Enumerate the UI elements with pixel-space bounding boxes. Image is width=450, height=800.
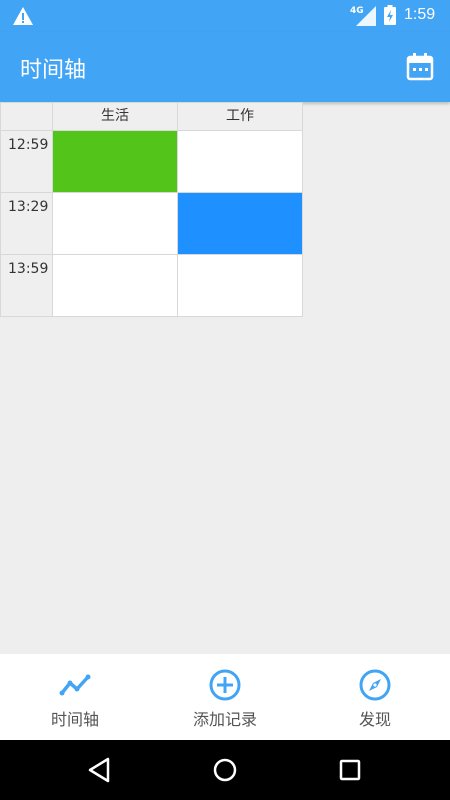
signal-icon (356, 6, 376, 26)
tab-timeline[interactable]: 时间轴 (0, 654, 150, 740)
calendar-icon[interactable] (404, 52, 436, 82)
timeline-chart-icon (59, 674, 91, 696)
bottom-nav: 时间轴 添加记录 发现 (0, 654, 450, 740)
warning-icon (13, 7, 33, 25)
home-icon[interactable] (211, 756, 239, 784)
timeline-slot[interactable] (177, 130, 303, 193)
recents-icon[interactable] (336, 756, 364, 784)
timeline-slot[interactable] (52, 130, 178, 193)
tab-discover[interactable]: 发现 (300, 654, 450, 740)
time-label: 13:59 (0, 254, 53, 317)
status-time: 1:59 (404, 6, 436, 23)
timeline-slot[interactable] (177, 254, 303, 317)
status-bar: 4G 1:59 (0, 0, 450, 32)
app-bar: 时间轴 (0, 32, 450, 102)
page-title: 时间轴 (20, 58, 87, 83)
column-header-work: 工作 (177, 102, 303, 131)
timeline-slot[interactable] (177, 192, 303, 255)
tab-label: 发现 (358, 710, 391, 729)
tab-label: 时间轴 (50, 710, 99, 729)
add-circle-icon (209, 669, 241, 701)
back-icon[interactable] (86, 756, 114, 784)
tab-label: 添加记录 (192, 710, 257, 729)
corner-cell (0, 102, 53, 131)
compass-icon (359, 669, 391, 701)
time-label: 13:29 (0, 192, 53, 255)
column-header-life: 生活 (52, 102, 178, 131)
tab-add-record[interactable]: 添加记录 (150, 654, 300, 740)
time-label: 12:59 (0, 130, 53, 193)
system-nav-bar (0, 740, 450, 800)
battery-charging-icon (384, 5, 396, 25)
timeline-slot[interactable] (52, 192, 178, 255)
timeline-slot[interactable] (52, 254, 178, 317)
